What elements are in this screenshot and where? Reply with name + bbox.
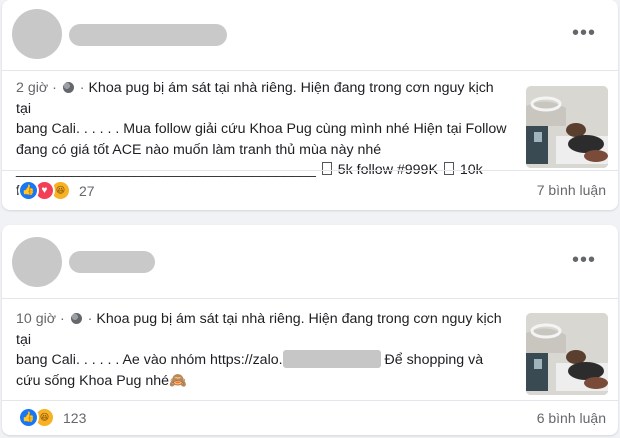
globe-icon	[62, 82, 74, 93]
author-name-redacted[interactable]	[69, 251, 155, 273]
globe-icon	[70, 313, 82, 324]
post-thumbnail[interactable]	[526, 313, 608, 395]
comments-link[interactable]: 7 bình luận	[537, 182, 606, 198]
text-line: Khoa pug bị ám sát tại nhà riêng. Hiện đ…	[16, 80, 494, 117]
divider	[2, 70, 618, 71]
post-card: ••• 10 giờ · · Khoa pug bị ám sát tại nh…	[2, 225, 618, 435]
text-line: bang Cali. . . . . . Ae vào nhóm https:/…	[16, 352, 283, 368]
more-options-icon[interactable]: •••	[572, 23, 596, 43]
missing-glyph-icon	[443, 162, 454, 175]
text-line: bang Cali. . . . . . Mua follow giải cứu…	[16, 121, 507, 137]
author-name-redacted[interactable]	[69, 24, 227, 46]
redacted-link	[282, 350, 381, 368]
missing-glyph-icon	[321, 162, 332, 175]
divider	[2, 170, 618, 171]
like-icon: 👍	[18, 180, 39, 201]
hospital-photo-icon	[526, 86, 608, 168]
more-options-icon[interactable]: •••	[572, 250, 596, 270]
text-line: đang có giá tốt ACE nào muốn làm tranh t…	[16, 141, 382, 158]
text-line: cứu sống Khoa Pug nhé🙈	[16, 372, 187, 389]
reaction-count[interactable]: 27	[79, 183, 95, 199]
post-thumbnail[interactable]	[526, 86, 608, 168]
divider	[2, 400, 618, 401]
text-line: Để shopping và	[384, 352, 484, 368]
hospital-photo-icon	[526, 313, 608, 395]
avatar[interactable]	[12, 9, 62, 59]
post-time[interactable]: 10 giờ	[16, 311, 56, 327]
reactions-summary[interactable]: 👍 ♥ 😆 27	[18, 180, 95, 201]
post-text: 10 giờ · · Khoa pug bị ám sát tại nhà ri…	[16, 311, 502, 389]
comments-link[interactable]: 6 bình luận	[537, 410, 606, 426]
post-card: ••• 2 giờ · · Khoa pug bị ám sát tại nhà…	[2, 0, 618, 210]
reaction-count[interactable]: 123	[63, 410, 86, 426]
reactions-summary[interactable]: 👍 😆 123	[18, 407, 86, 428]
divider	[2, 298, 618, 299]
avatar[interactable]	[12, 237, 62, 287]
post-time[interactable]: 2 giờ	[16, 80, 48, 96]
like-icon: 👍	[18, 407, 39, 428]
